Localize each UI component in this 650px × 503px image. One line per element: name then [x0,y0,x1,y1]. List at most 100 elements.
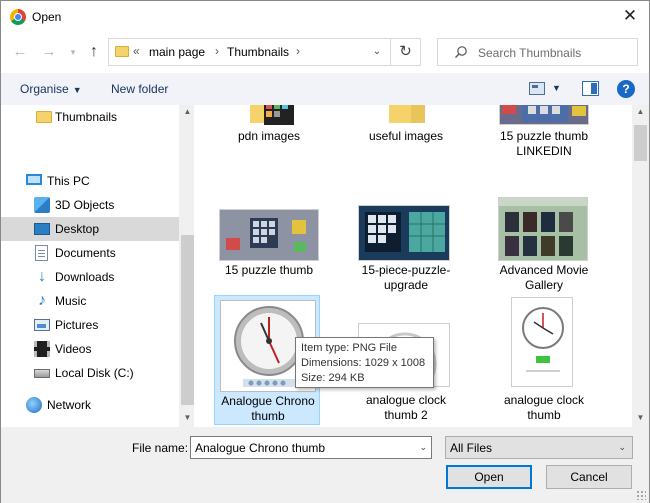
organise-menu[interactable]: Organise ▼ [20,82,82,96]
file-name-label: File name: [132,441,189,455]
dialog-footer: File name: Analogue Chrono thumb ⌄ All F… [1,427,649,503]
file-name: 15 puzzle thumb [224,263,314,277]
navigation-bar: ← → ▾ ↑ « main page › Thumbnails › ⌄ ↻ S… [1,35,649,69]
back-arrow-icon[interactable]: ← [10,42,30,62]
image-thumbnail [499,105,589,125]
breadcrumb-main-page[interactable]: main page [149,45,205,59]
puzzle-upgrade-thumbnail-image [359,206,449,260]
local-disk-icon [34,369,50,378]
image-thumbnail [511,297,573,387]
file-name: analogue clock thumb [503,393,585,422]
file-item-15-puzzle-thumb[interactable]: 15 puzzle thumb [216,201,322,295]
chevron-down-icon: ▼ [72,85,82,95]
breadcrumb-thumbnails[interactable]: Thumbnails [227,45,289,59]
scrollbar-thumb[interactable] [634,125,647,161]
file-type-select[interactable]: All Files ⌄ [445,436,633,459]
file-name-input[interactable]: Analogue Chrono thumb ⌄ [190,436,432,459]
open-button[interactable]: Open [446,465,532,489]
forward-arrow-icon[interactable]: → [39,42,59,62]
file-name: Analogue Chrono thumb [221,394,315,423]
scroll-up-icon[interactable]: ▲ [179,107,194,116]
sidebar-item-network[interactable]: Network [1,393,179,417]
desktop-icon [34,223,50,235]
file-name: useful images [368,129,444,143]
clock-thumbnail-image [522,307,564,372]
image-thumbnail [498,197,588,261]
image-thumbnail [358,205,450,261]
close-button[interactable]: ✕ [619,5,641,27]
refresh-icon: ↻ [399,43,412,60]
sidebar-item-label: Videos [55,342,92,356]
file-name: pdn images [237,129,301,143]
view-options-chevron-icon[interactable]: ▼ [552,83,561,93]
file-name: 15-piece-puzzle-upgrade [361,263,451,292]
chevron-down-icon: ⌄ [618,442,626,452]
sidebar-item-documents[interactable]: Documents [1,241,179,265]
navigation-pane: Thumbnails This PC 3D Objects Desktop Do… [1,105,194,427]
downloads-icon: ↓ [38,268,46,285]
puzzle-thumbnail-image [220,210,318,260]
help-icon[interactable]: ? [617,80,635,98]
chevron-down-icon[interactable]: ▾ [63,42,83,62]
breadcrumb-separator[interactable]: › [296,44,300,58]
file-item-15-puzzle-thumb-linkedin[interactable]: 15 puzzle thumb LINKEDIN [491,105,597,165]
sidebar-item-label: 3D Objects [55,198,115,212]
preview-pane-icon[interactable] [582,81,599,96]
sidebar-item-label: Pictures [55,318,99,332]
image-thumbnail [219,209,319,261]
file-list-scrollbar[interactable]: ▲ ▼ [632,105,649,427]
sidebar-item-label: Thumbnails [55,110,118,124]
file-name-value: Analogue Chrono thumb [195,441,326,455]
sidebar-item-3d-objects[interactable]: 3D Objects [1,193,179,217]
scroll-up-icon[interactable]: ▲ [632,107,649,116]
search-input[interactable]: Search Thumbnails [437,38,638,66]
sidebar-item-label: Documents [55,246,116,260]
file-item-advanced-movie-gallery[interactable]: Advanced Movie Gallery [491,197,597,295]
pc-icon [26,174,42,185]
3d-objects-icon [34,197,50,213]
address-bar[interactable]: « main page › Thumbnails › ⌄ [108,38,391,66]
up-arrow-icon[interactable]: ↑ [84,42,104,62]
file-item-pdn-images[interactable]: pdn images [216,105,322,159]
sidebar-item-pictures[interactable]: Pictures [1,313,179,337]
tooltip-item-type: Item type: PNG File [301,342,397,354]
title-bar: Open ✕ [1,1,649,32]
cancel-button[interactable]: Cancel [546,465,632,489]
tooltip-size: Size: 294 KB [301,372,365,384]
sidebar-item-label: Downloads [55,270,115,284]
search-placeholder: Search Thumbnails [478,46,582,60]
refresh-button[interactable]: ↻ [391,38,421,66]
scroll-down-icon[interactable]: ▼ [179,413,194,422]
sidebar-item-this-pc[interactable]: This PC [1,169,179,193]
sidebar-item-label: Network [47,398,92,412]
chrome-icon [10,9,26,25]
documents-icon [35,245,48,261]
breadcrumb-separator[interactable]: › [215,44,219,58]
search-icon [455,46,467,58]
folder-icon [115,46,129,57]
sidebar-item-videos[interactable]: Videos [1,337,179,361]
file-item-15-piece-puzzle-upgrade[interactable]: 15-piece-puzzle-upgrade [353,201,459,295]
sidebar-item-label: This PC [47,174,90,188]
sidebar-item-local-disk[interactable]: Local Disk (C:) [1,361,179,385]
file-info-tooltip: Item type: PNG File Dimensions: 1029 x 1… [295,337,434,388]
sidebar-item-downloads[interactable]: ↓ Downloads [1,265,179,289]
scroll-down-icon[interactable]: ▼ [632,413,649,422]
open-dialog: Open ✕ ← → ▾ ↑ « main page › Thumbnails … [0,0,650,503]
address-dropdown-icon[interactable]: ⌄ [369,42,385,62]
sidebar-item-thumbnails[interactable]: Thumbnails [1,105,179,129]
change-view-icon[interactable] [529,82,545,95]
chevron-down-icon[interactable]: ⌄ [419,442,427,453]
sidebar-item-music[interactable]: ♪ Music [1,289,179,313]
music-icon: ♪ [38,292,46,309]
resize-grip-icon[interactable] [636,490,646,500]
sidebar-item-label: Music [55,294,87,308]
scrollbar-thumb[interactable] [181,235,194,405]
breadcrumb-overflow[interactable]: « [133,44,140,58]
new-folder-button[interactable]: New folder [111,82,168,96]
sidebar-item-desktop[interactable]: Desktop [1,217,179,241]
file-item-analogue-clock-thumb[interactable]: analogue clock thumb [491,295,597,425]
file-item-useful-images[interactable]: useful images [353,105,459,159]
sidebar-scrollbar[interactable]: ▲ ▼ [179,105,194,427]
organise-label: Organise [20,82,69,96]
